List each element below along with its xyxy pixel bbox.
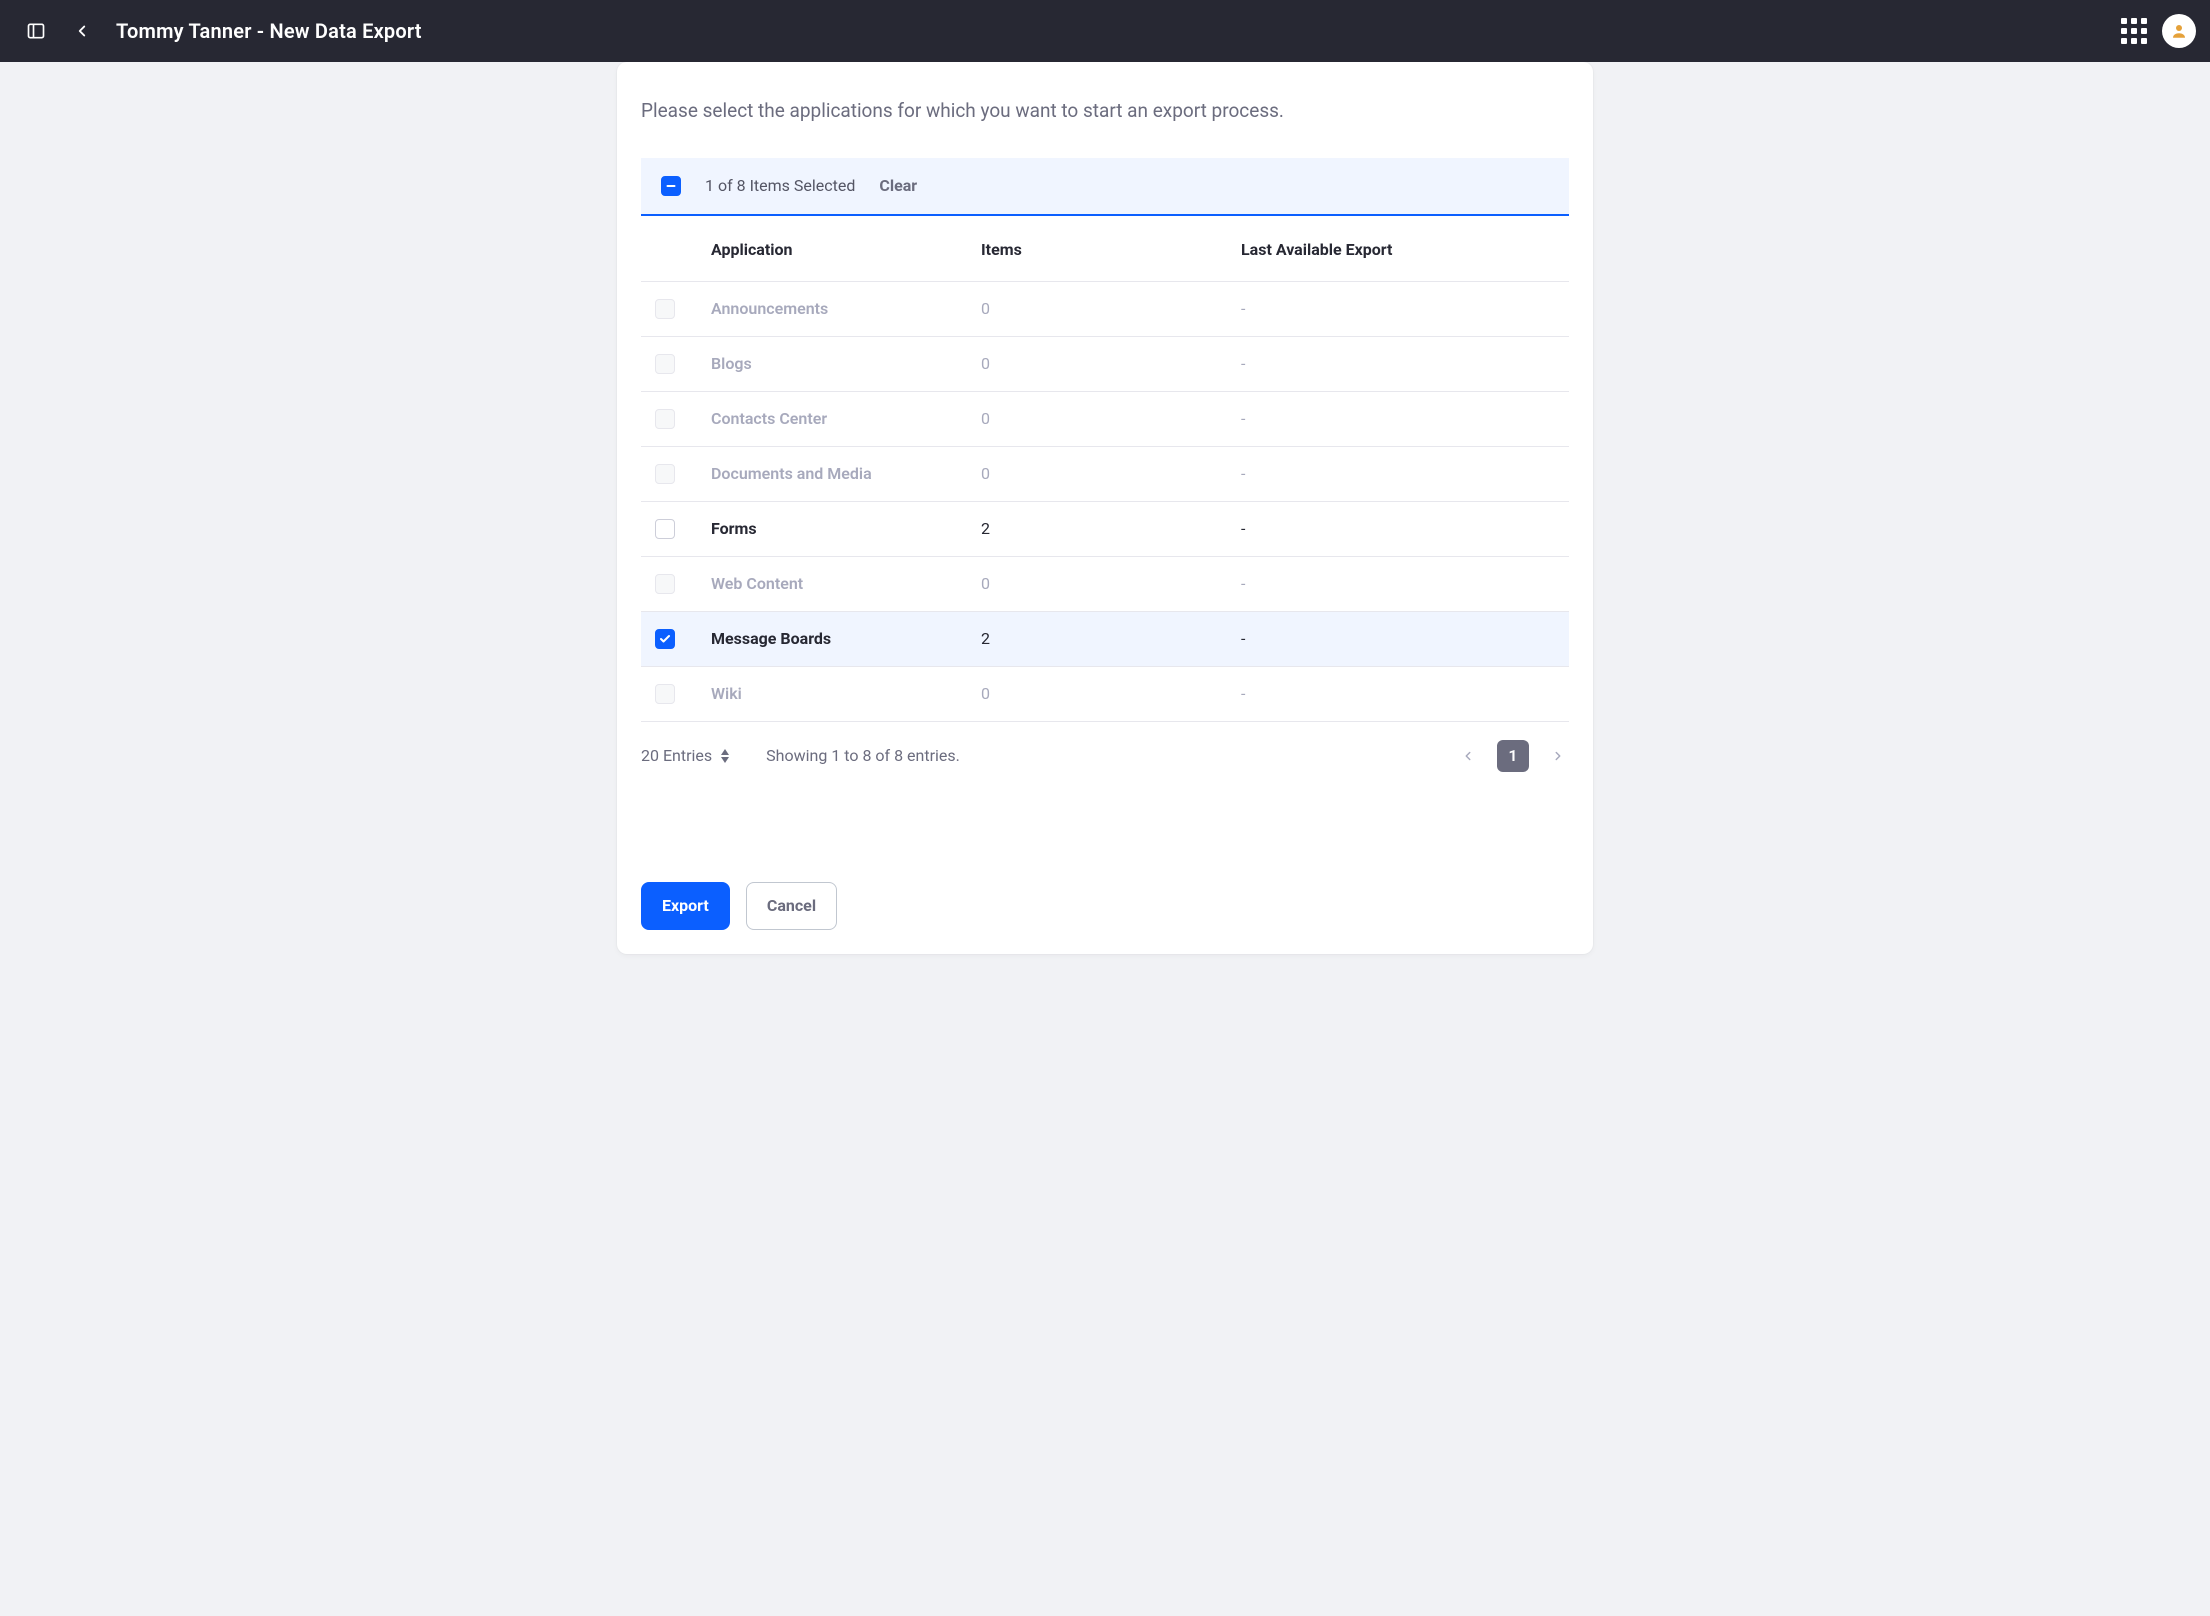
clear-selection-button[interactable]: Clear (879, 176, 917, 195)
page: Please select the applications for which… (0, 62, 2210, 994)
row-last-export: - (1241, 354, 1569, 373)
row-items: 0 (981, 299, 1241, 318)
topbar-right (2122, 14, 2196, 48)
row-items: 0 (981, 684, 1241, 703)
row-checkbox-cell (641, 574, 711, 594)
row-application: Web Content (711, 574, 981, 593)
row-last-export: - (1241, 299, 1569, 318)
topbar: Tommy Tanner - New Data Export (0, 0, 2210, 62)
chevron-left-icon (1461, 749, 1475, 763)
row-last-export: - (1241, 519, 1569, 538)
table-row: Contacts Center0- (641, 392, 1569, 447)
row-application: Forms (711, 519, 981, 538)
row-checkbox-cell (641, 409, 711, 429)
apps-grid-icon[interactable] (2122, 19, 2146, 43)
card: Please select the applications for which… (617, 62, 1593, 954)
selection-bar: 1 of 8 Items Selected Clear (641, 158, 1569, 216)
row-checkbox[interactable] (655, 629, 675, 649)
row-checkbox (655, 574, 675, 594)
user-icon (2170, 22, 2188, 40)
table-body: Announcements0-Blogs0-Contacts Center0-D… (641, 282, 1569, 722)
page-size-label: 20 Entries (641, 746, 712, 765)
pager-prev-button[interactable] (1457, 745, 1479, 767)
row-application: Wiki (711, 684, 981, 703)
product-menu-toggle[interactable] (16, 11, 56, 51)
pager-next-button[interactable] (1547, 745, 1569, 767)
table-row: Wiki0- (641, 667, 1569, 722)
table-row: Announcements0- (641, 282, 1569, 337)
table-row: Message Boards2- (641, 612, 1569, 667)
row-checkbox-cell (641, 629, 711, 649)
table-row: Blogs0- (641, 337, 1569, 392)
row-items: 0 (981, 574, 1241, 593)
col-last-export: Last Available Export (1241, 240, 1569, 259)
row-checkbox-cell (641, 464, 711, 484)
row-checkbox-cell (641, 299, 711, 319)
row-checkbox (655, 684, 675, 704)
topbar-left: Tommy Tanner - New Data Export (16, 11, 422, 51)
table-header: Application Items Last Available Export (641, 216, 1569, 282)
row-items: 2 (981, 629, 1241, 648)
table-footer: 20 Entries Showing 1 to 8 of 8 entries. … (641, 722, 1569, 772)
row-checkbox-cell (641, 684, 711, 704)
panel-left-icon (26, 21, 46, 41)
row-last-export: - (1241, 629, 1569, 648)
row-items: 0 (981, 409, 1241, 428)
chevron-left-icon (73, 22, 91, 40)
row-items: 0 (981, 464, 1241, 483)
page-size-select[interactable]: 20 Entries (641, 746, 730, 765)
row-checkbox (655, 464, 675, 484)
pager: 1 (1457, 740, 1569, 772)
row-application: Documents and Media (711, 464, 981, 483)
row-checkbox-cell (641, 354, 711, 374)
row-application: Announcements (711, 299, 981, 318)
row-checkbox-cell (641, 519, 711, 539)
col-application: Application (711, 240, 981, 259)
row-last-export: - (1241, 409, 1569, 428)
back-button[interactable] (62, 11, 102, 51)
pagination-status: Showing 1 to 8 of 8 entries. (766, 746, 960, 765)
select-all-checkbox[interactable] (661, 176, 681, 196)
row-items: 0 (981, 354, 1241, 373)
row-checkbox (655, 354, 675, 374)
row-checkbox[interactable] (655, 519, 675, 539)
sort-icon (720, 749, 730, 763)
minus-icon (665, 180, 677, 192)
row-last-export: - (1241, 574, 1569, 593)
chevron-right-icon (1551, 749, 1565, 763)
check-icon (659, 633, 671, 645)
row-checkbox (655, 299, 675, 319)
table-row: Documents and Media0- (641, 447, 1569, 502)
export-button[interactable]: Export (641, 882, 730, 930)
table-row: Forms2- (641, 502, 1569, 557)
pager-page-1[interactable]: 1 (1497, 740, 1529, 772)
table-row: Web Content0- (641, 557, 1569, 612)
row-items: 2 (981, 519, 1241, 538)
row-application: Contacts Center (711, 409, 981, 428)
row-application: Message Boards (711, 629, 981, 648)
avatar[interactable] (2162, 14, 2196, 48)
row-application: Blogs (711, 354, 981, 373)
helper-text: Please select the applications for which… (641, 98, 1569, 124)
row-last-export: - (1241, 684, 1569, 703)
col-items: Items (981, 240, 1241, 259)
selection-count: 1 of 8 Items Selected (705, 176, 855, 195)
table-footer-left: 20 Entries Showing 1 to 8 of 8 entries. (641, 746, 960, 765)
footer-actions: Export Cancel (641, 882, 1569, 930)
cancel-button[interactable]: Cancel (746, 882, 837, 930)
row-last-export: - (1241, 464, 1569, 483)
page-title: Tommy Tanner - New Data Export (116, 19, 422, 43)
row-checkbox (655, 409, 675, 429)
